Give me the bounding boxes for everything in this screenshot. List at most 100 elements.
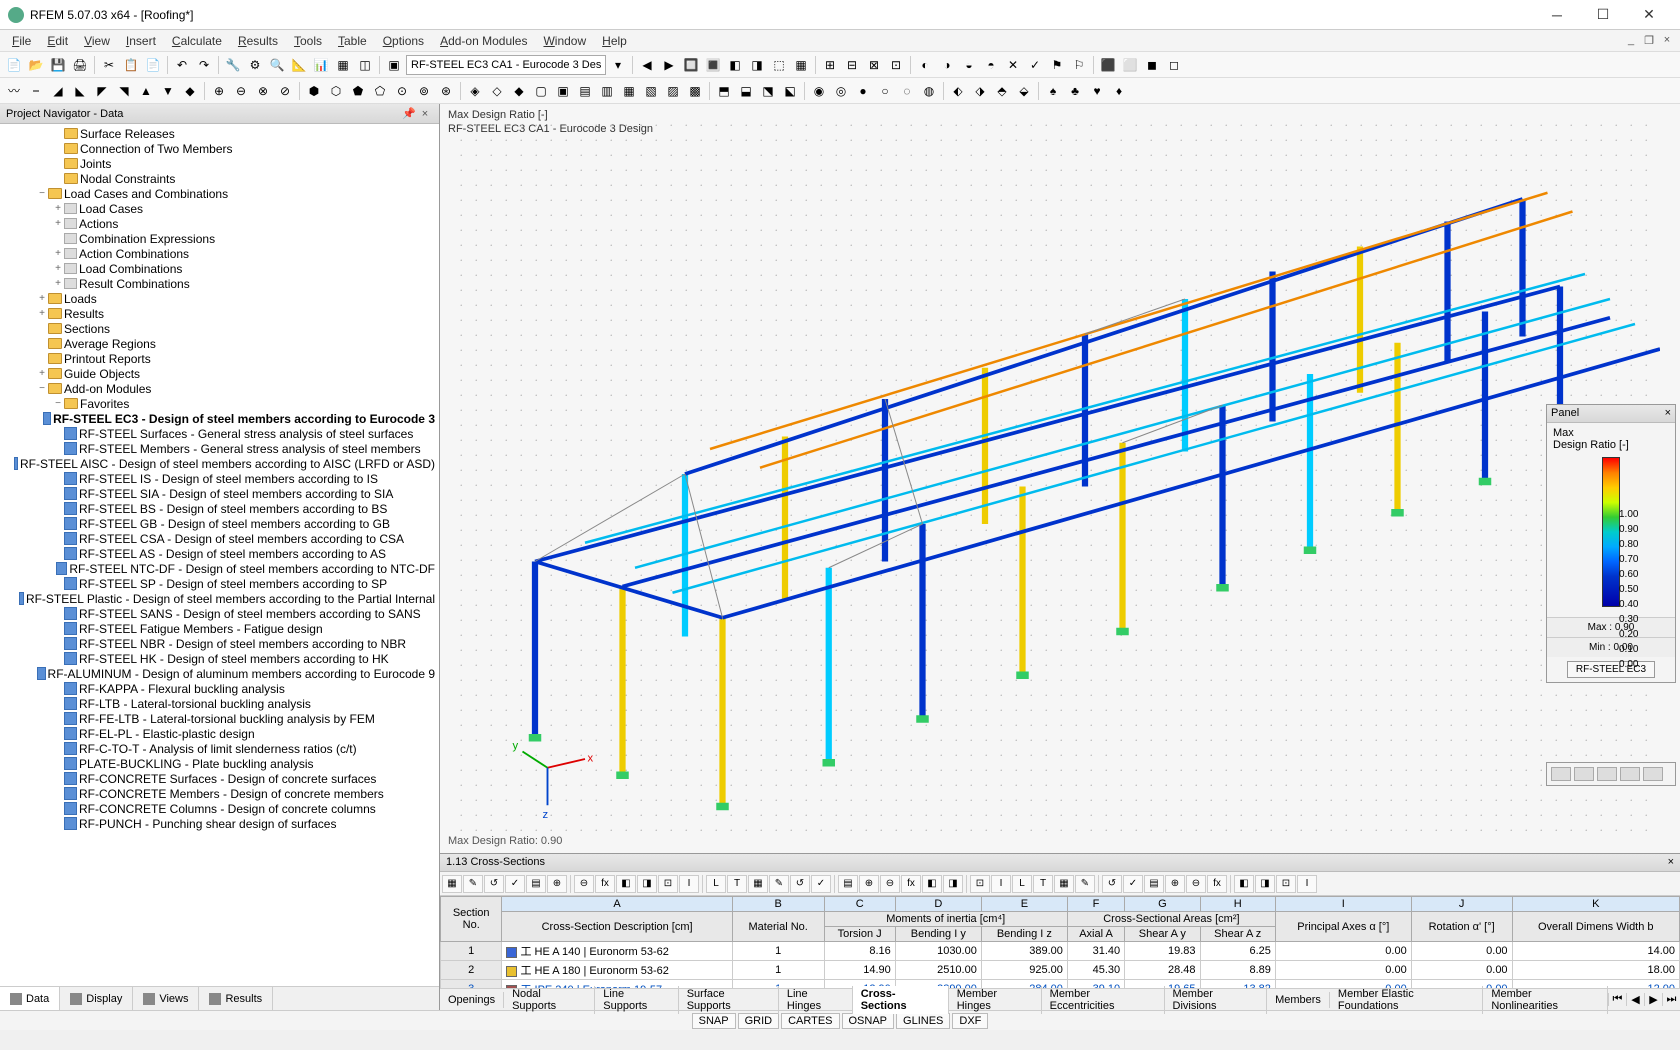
tool-icon[interactable]: ⚙ (245, 55, 265, 75)
tree-node[interactable]: RF-KAPPA - Flexural buckling analysis (0, 681, 439, 696)
redo-icon[interactable]: ↷ (194, 55, 214, 75)
tab-nav-icon[interactable]: ▶ (1644, 993, 1662, 1006)
tool-icon[interactable]: ● (853, 81, 873, 101)
bottom-tab-member-hinges[interactable]: Member Hinges (949, 986, 1042, 1014)
tool-icon[interactable]: ▣ (553, 81, 573, 101)
tool-icon[interactable]: ◼ (1142, 55, 1162, 75)
mdi-restore-icon[interactable]: ❐ (1640, 34, 1658, 47)
navigator-tab-data[interactable]: Data (0, 987, 60, 1010)
display-icon[interactable] (1551, 767, 1571, 781)
menu-help[interactable]: Help (594, 32, 635, 50)
tree-node[interactable]: Sections (0, 321, 439, 336)
status-cartes[interactable]: CARTES (781, 1013, 839, 1029)
tree-node[interactable]: +Guide Objects (0, 366, 439, 381)
tree-node[interactable]: +Loads (0, 291, 439, 306)
3d-viewport[interactable]: Max Design Ratio [-] RF-STEEL EC3 CA1 - … (440, 104, 1680, 853)
status-snap[interactable]: SNAP (692, 1013, 736, 1029)
table-tool-icon[interactable]: L (706, 875, 726, 893)
tool-icon[interactable]: ⊡ (886, 55, 906, 75)
table-tool-icon[interactable]: ▤ (526, 875, 546, 893)
tool-icon[interactable]: ▢ (531, 81, 551, 101)
table-row[interactable]: 2 工 HE A 180 | Euronorm 53-62114.902510.… (441, 961, 1680, 980)
view-icon[interactable]: 🔳 (703, 55, 723, 75)
menu-results[interactable]: Results (230, 32, 286, 50)
view-icon[interactable]: ▦ (791, 55, 811, 75)
tab-nav-icon[interactable]: ⏮ (1608, 993, 1626, 1006)
table-tool-icon[interactable]: fx (1207, 875, 1227, 893)
tool-icon[interactable]: ▨ (663, 81, 683, 101)
table-tool-icon[interactable]: ⊖ (574, 875, 594, 893)
menu-calculate[interactable]: Calculate (164, 32, 230, 50)
tool-icon[interactable]: ⚑ (1047, 55, 1067, 75)
table-tool-icon[interactable]: ⊕ (859, 875, 879, 893)
table-tool-icon[interactable]: ⊕ (547, 875, 567, 893)
status-dxf[interactable]: DXF (952, 1013, 988, 1029)
tree-node[interactable]: RF-STEEL SP - Design of steel members ac… (0, 576, 439, 591)
table-tool-icon[interactable]: ▦ (748, 875, 768, 893)
tool-icon[interactable]: ⬢ (304, 81, 324, 101)
display-icon[interactable] (1597, 767, 1617, 781)
tool-icon[interactable]: ◑ (937, 55, 957, 75)
tree-node[interactable]: +Results (0, 306, 439, 321)
tree-node[interactable]: RF-STEEL NTC-DF - Design of steel member… (0, 561, 439, 576)
tab-nav-icon[interactable]: ◀ (1626, 993, 1644, 1006)
table-tool-icon[interactable]: ⊡ (1276, 875, 1296, 893)
table-tool-icon[interactable]: fx (595, 875, 615, 893)
display-icon[interactable] (1620, 767, 1640, 781)
tool-icon[interactable]: ♠ (1043, 81, 1063, 101)
table-tool-icon[interactable]: fx (901, 875, 921, 893)
mdi-close-icon[interactable]: × (1658, 34, 1676, 47)
tool-icon[interactable]: ◆ (180, 81, 200, 101)
mdi-minimize-icon[interactable]: _ (1622, 34, 1640, 47)
menu-window[interactable]: Window (535, 32, 594, 50)
table-tool-icon[interactable]: ◧ (1234, 875, 1254, 893)
tool-icon[interactable]: ◥ (114, 81, 134, 101)
panel-module-button[interactable]: RF-STEEL EC3 (1567, 661, 1655, 678)
tool-icon[interactable]: ⬗ (970, 81, 990, 101)
table-tool-icon[interactable]: ↺ (790, 875, 810, 893)
tool-icon[interactable]: ♣ (1065, 81, 1085, 101)
bottom-tab-members[interactable]: Members (1267, 992, 1330, 1008)
copy-icon[interactable]: 📋 (121, 55, 141, 75)
tree-node[interactable]: −Favorites (0, 396, 439, 411)
tree-node[interactable]: RF-STEEL HK - Design of steel members ac… (0, 651, 439, 666)
tool-icon[interactable]: ⊗ (253, 81, 273, 101)
table-tool-icon[interactable]: ↺ (484, 875, 504, 893)
tree-node[interactable]: +Load Cases (0, 201, 439, 216)
cut-icon[interactable]: ✂ (99, 55, 119, 75)
tool-icon[interactable]: ⊛ (436, 81, 456, 101)
tool-icon[interactable]: ◒ (959, 55, 979, 75)
tool-icon[interactable]: ⬡ (326, 81, 346, 101)
tree-node[interactable]: RF-STEEL Plastic - Design of steel membe… (0, 591, 439, 606)
tool-icon[interactable]: ⬒ (714, 81, 734, 101)
table-tool-icon[interactable]: ✎ (769, 875, 789, 893)
tree-node[interactable]: RF-STEEL CSA - Design of steel members a… (0, 531, 439, 546)
tree-node[interactable]: RF-STEEL SANS - Design of steel members … (0, 606, 439, 621)
tool-icon[interactable]: 🔧 (223, 55, 243, 75)
tool-icon[interactable]: ✓ (1025, 55, 1045, 75)
tool-icon[interactable]: ▤ (575, 81, 595, 101)
table-tool-icon[interactable]: ◧ (616, 875, 636, 893)
module-icon[interactable]: ▣ (384, 55, 404, 75)
save-icon[interactable]: 💾 (48, 55, 68, 75)
module-dropdown[interactable] (406, 55, 606, 75)
status-glines[interactable]: GLINES (896, 1013, 950, 1029)
tree-node[interactable]: RF-STEEL GB - Design of steel members ac… (0, 516, 439, 531)
tool-icon[interactable]: ◻ (1164, 55, 1184, 75)
tool-icon[interactable]: ◌ (897, 81, 917, 101)
tool-icon[interactable]: ⬠ (370, 81, 390, 101)
tool-icon[interactable]: ⊘ (275, 81, 295, 101)
tool-icon[interactable]: 📐 (289, 55, 309, 75)
table-tool-icon[interactable]: ◨ (637, 875, 657, 893)
view-icon[interactable]: ◧ (725, 55, 745, 75)
tool-icon[interactable]: ⬛ (1098, 55, 1118, 75)
tool-icon[interactable]: ⊠ (864, 55, 884, 75)
table-close-icon[interactable]: × (1668, 856, 1674, 869)
nav-next-icon[interactable]: ▶ (659, 55, 679, 75)
tool-icon[interactable]: ◫ (355, 55, 375, 75)
table-tool-icon[interactable]: ▤ (838, 875, 858, 893)
tool-icon[interactable]: ⬖ (948, 81, 968, 101)
tool-icon[interactable]: ○ (875, 81, 895, 101)
tool-icon[interactable]: ⬔ (758, 81, 778, 101)
table-tool-icon[interactable]: ✎ (463, 875, 483, 893)
